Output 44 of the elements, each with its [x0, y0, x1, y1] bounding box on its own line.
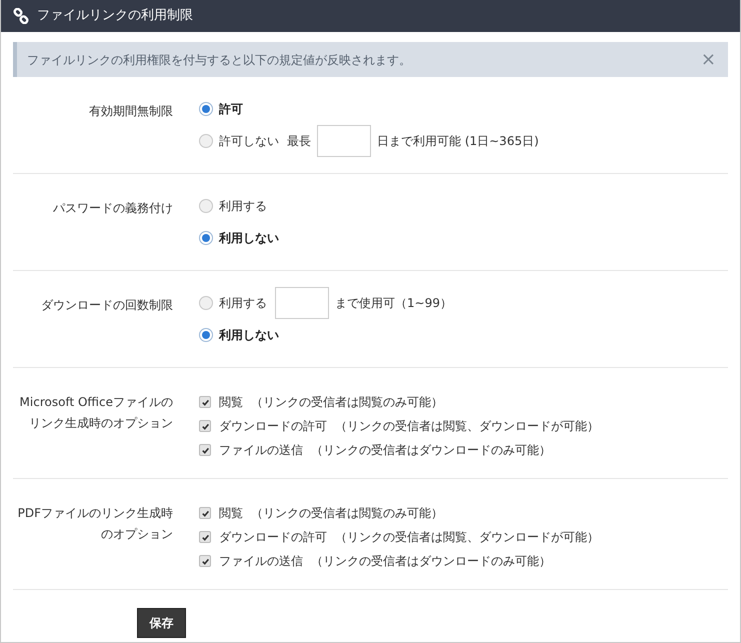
- checkbox[interactable]: [199, 555, 211, 567]
- input-field[interactable]: [275, 287, 329, 319]
- radio-button[interactable]: [199, 199, 213, 213]
- option-label: 閲覧: [219, 394, 243, 411]
- radio-button[interactable]: [199, 231, 213, 245]
- option-label: 利用する: [219, 295, 267, 312]
- checkbox[interactable]: [199, 420, 211, 432]
- input-field[interactable]: [317, 125, 371, 157]
- radio-button[interactable]: [199, 102, 213, 116]
- field-suffix: まで使用可（1~99）: [335, 295, 452, 312]
- option-note: （リンクの受信者はダウンロードのみ可能）: [311, 553, 551, 570]
- save-button[interactable]: 保存: [137, 608, 186, 638]
- option-label: 利用する: [219, 198, 267, 215]
- setting-label: ダウンロードの回数制限: [41, 297, 173, 314]
- option-label: 利用しない: [219, 230, 279, 247]
- checkbox[interactable]: [199, 396, 211, 408]
- radio-button[interactable]: [199, 328, 213, 342]
- option-label: 閲覧: [219, 505, 243, 522]
- option-label: ダウンロードの許可: [219, 418, 327, 435]
- setting-label: Microsoft Officeファイルのリンク生成時のオプション: [18, 394, 173, 432]
- option-note: （リンクの受信者は閲覧のみ可能）: [251, 394, 443, 411]
- option-label: 許可: [219, 101, 243, 118]
- alert-text: ファイルリンクの利用権限を付与すると以下の規定値が反映されます。: [27, 52, 411, 68]
- setting-label: 有効期間無制限: [89, 103, 173, 120]
- option-note: （リンクの受信者は閲覧、ダウンロードが可能）: [335, 418, 599, 435]
- setting-label: PDFファイルのリンク生成時のオプション: [16, 505, 173, 543]
- option-label: ダウンロードの許可: [219, 529, 327, 546]
- option-label: 利用しない: [219, 327, 279, 344]
- field-prefix: 最長: [287, 133, 311, 150]
- checkbox[interactable]: [199, 507, 211, 519]
- field-suffix: 日まで利用可能 (1日~365日): [377, 133, 539, 150]
- radio-button[interactable]: [199, 296, 213, 310]
- window-title: ファイルリンクの利用制限: [37, 7, 193, 26]
- option-note: （リンクの受信者は閲覧、ダウンロードが可能）: [335, 529, 599, 546]
- option-label: ファイルの送信: [219, 442, 303, 459]
- option-label: 許可しない: [219, 133, 279, 150]
- radio-button[interactable]: [199, 134, 213, 148]
- checkbox[interactable]: [199, 531, 211, 543]
- link-icon: [13, 8, 29, 24]
- option-note: （リンクの受信者は閲覧のみ可能）: [251, 505, 443, 522]
- option-label: ファイルの送信: [219, 553, 303, 570]
- checkbox[interactable]: [199, 444, 211, 456]
- option-note: （リンクの受信者はダウンロードのみ可能）: [311, 442, 551, 459]
- setting-label: パスワードの義務付け: [53, 200, 173, 217]
